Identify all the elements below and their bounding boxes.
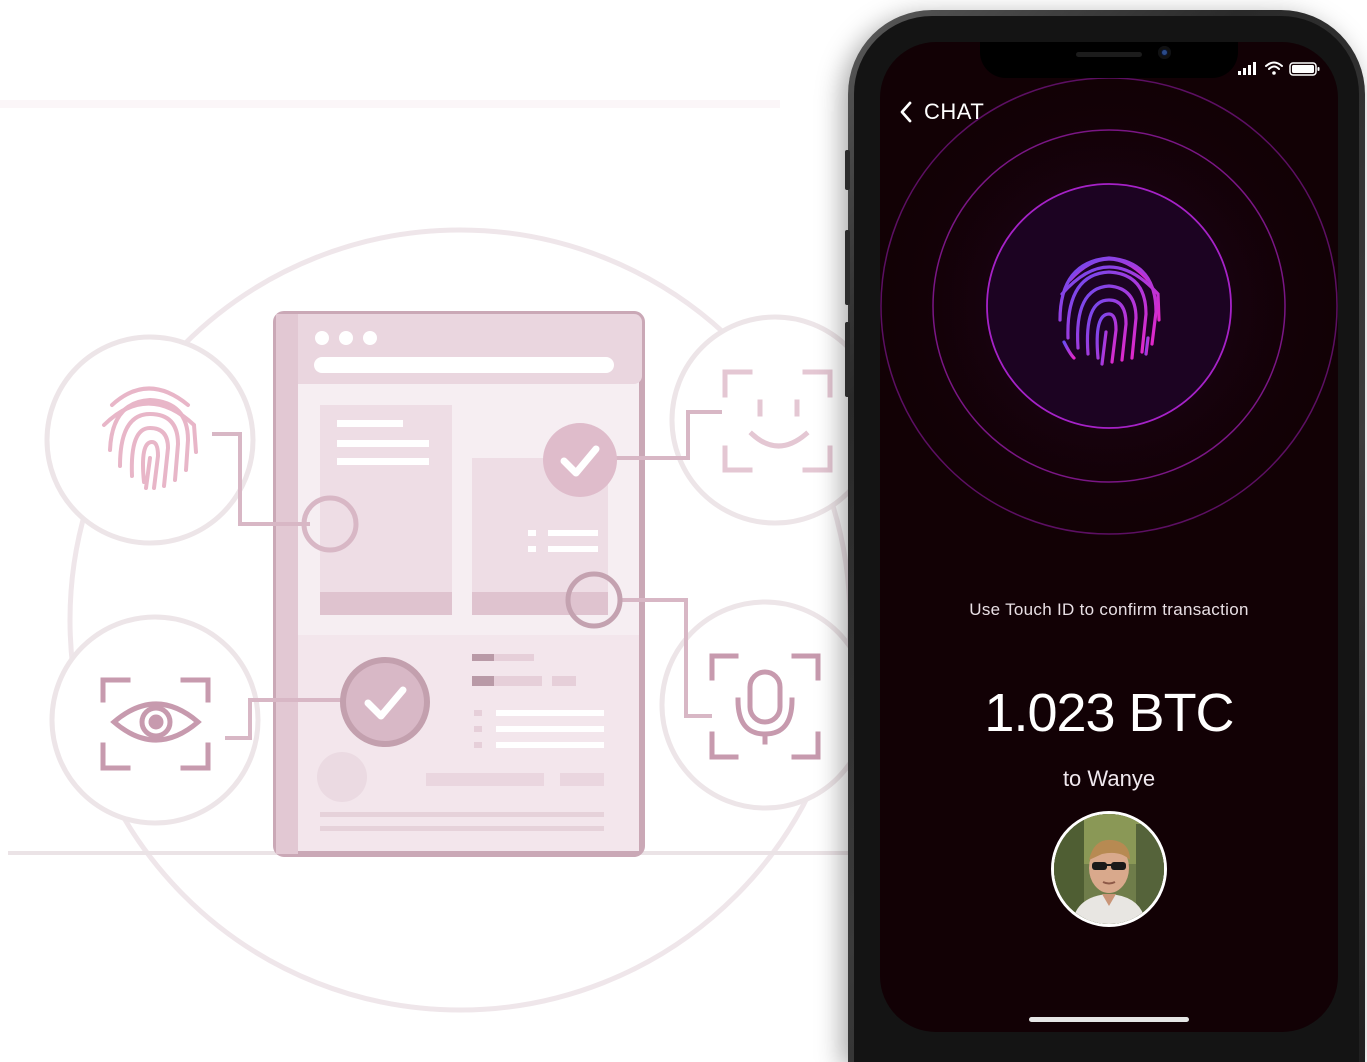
wifi-icon bbox=[1265, 61, 1283, 75]
battery-icon bbox=[1289, 62, 1320, 76]
phone-side-button bbox=[845, 150, 850, 190]
phone-screen: CHAT Use Touch ID to confirm transaction… bbox=[880, 42, 1338, 1032]
check-icon bbox=[543, 423, 617, 497]
cellular-signal-icon bbox=[1238, 62, 1256, 75]
home-indicator[interactable] bbox=[1029, 1017, 1189, 1022]
avatar[interactable] bbox=[1051, 811, 1167, 927]
phone-notch bbox=[980, 42, 1238, 78]
status-bar-icons bbox=[1238, 61, 1320, 76]
check-icon bbox=[340, 657, 430, 747]
background-band bbox=[0, 100, 780, 108]
transaction-amount: 1.023 BTC bbox=[984, 683, 1234, 743]
earpiece-speaker bbox=[1076, 52, 1142, 57]
front-camera bbox=[1158, 46, 1171, 59]
phone-side-button bbox=[845, 322, 850, 397]
browser-window-graphic bbox=[273, 311, 645, 857]
back-button[interactable]: CHAT bbox=[898, 96, 984, 128]
chevron-left-icon bbox=[900, 101, 912, 123]
touch-id-ring bbox=[986, 183, 1232, 429]
touch-id-prompt: Use Touch ID to confirm transaction bbox=[969, 600, 1249, 619]
phone-side-button bbox=[845, 230, 850, 305]
recipient-label: to Wanye bbox=[1062, 766, 1156, 791]
back-button-label: CHAT bbox=[924, 99, 985, 124]
biometrics-illustration bbox=[0, 100, 880, 1013]
